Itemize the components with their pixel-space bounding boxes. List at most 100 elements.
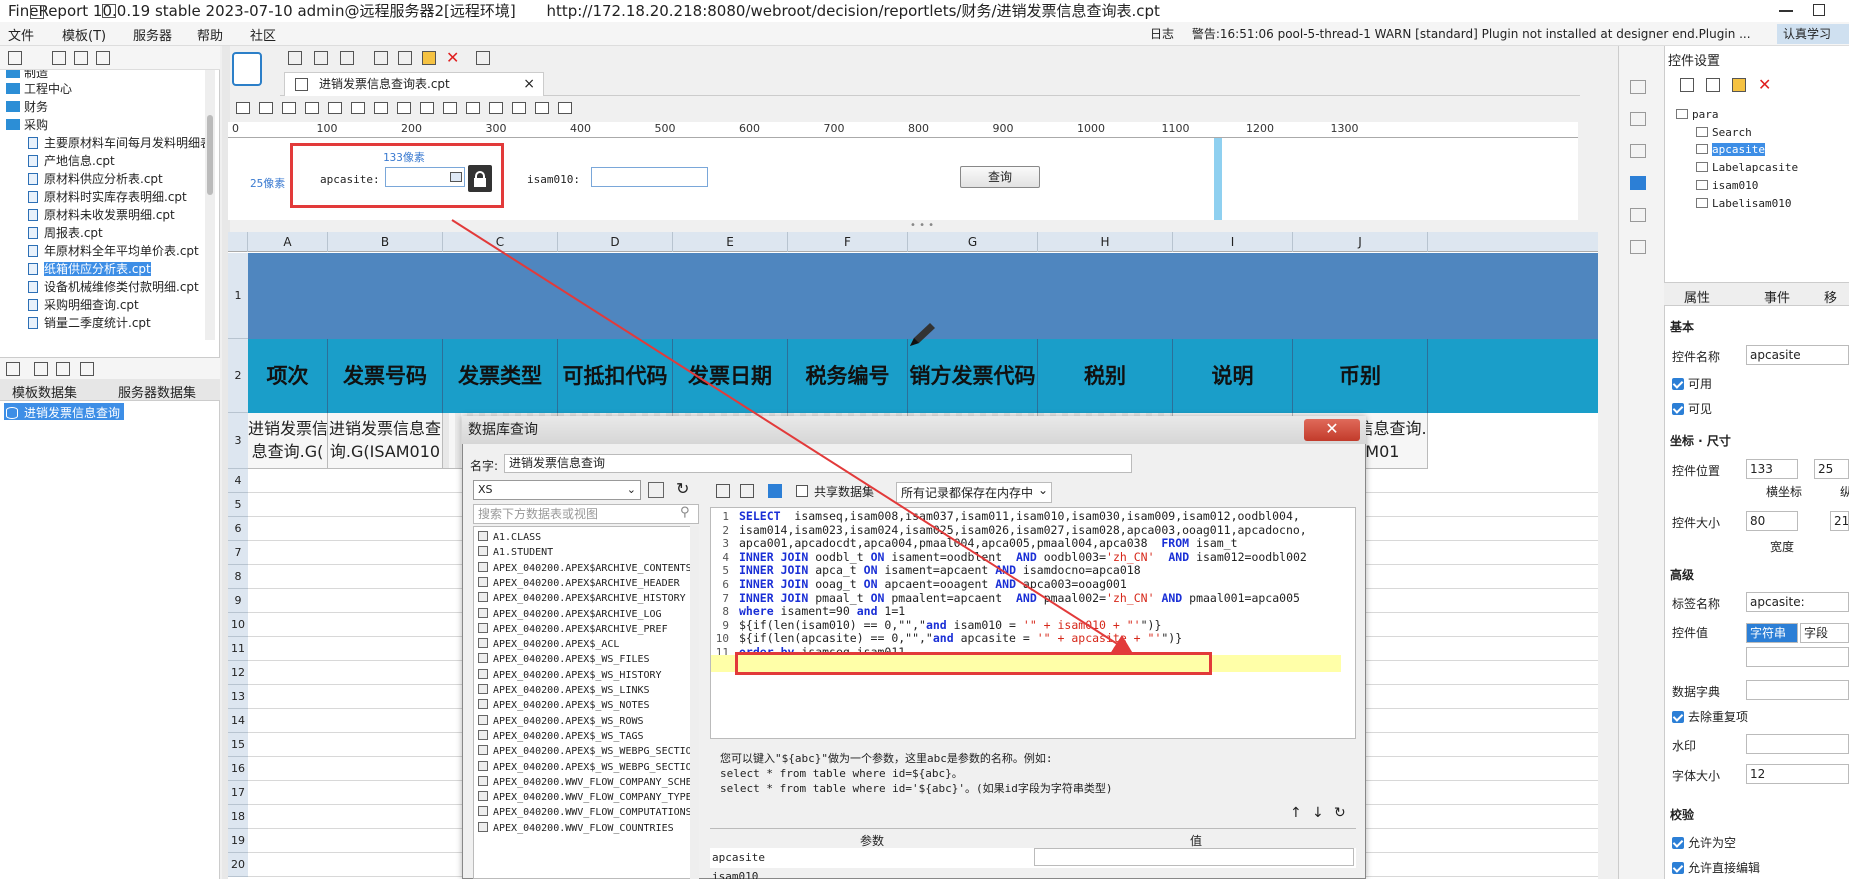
- row-header[interactable]: 13: [228, 685, 248, 709]
- maximize-icon[interactable]: [1813, 4, 1825, 16]
- row-header[interactable]: 1: [228, 253, 248, 339]
- undo-icon[interactable]: [314, 51, 328, 65]
- row-header[interactable]: 3: [228, 413, 248, 469]
- widget-tree-item[interactable]: apcasite: [1696, 143, 1765, 156]
- datasource-select[interactable]: XS ⌄: [473, 480, 641, 500]
- table-item[interactable]: APEX_040200.WWV_FLOW_COMPUTATIONS: [478, 806, 692, 818]
- close-icon[interactable]: ✕: [1304, 419, 1360, 441]
- dialog-title[interactable]: 数据库查询: [462, 416, 1366, 444]
- refresh-icon[interactable]: [30, 5, 44, 19]
- row-header[interactable]: 9: [228, 589, 248, 613]
- minimize-icon[interactable]: [1779, 10, 1793, 12]
- user-button[interactable]: 认真学习: [1777, 24, 1849, 44]
- row-header[interactable]: 5: [228, 493, 248, 517]
- header-cell[interactable]: 发票日期: [673, 339, 788, 413]
- menu-help[interactable]: 帮助: [197, 25, 223, 44]
- column-header-J[interactable]: J: [1293, 232, 1428, 252]
- allow-edit-checkbox[interactable]: 允许直接编辑: [1672, 859, 1760, 876]
- table-item[interactable]: APEX_040200.APEX$ARCHIVE_HEADER: [478, 576, 680, 589]
- preview-icon[interactable]: [476, 51, 490, 65]
- table-item[interactable]: APEX_040200.APEX$ARCHIVE_HISTORY: [478, 592, 686, 604]
- column-header-E[interactable]: E: [673, 232, 788, 252]
- file-tab[interactable]: 进销发票信息查询表.cpt ×: [284, 72, 544, 96]
- edit-icon[interactable]: [34, 362, 48, 376]
- redo-icon[interactable]: [340, 51, 354, 65]
- row-header[interactable]: 8: [228, 565, 248, 589]
- row-header[interactable]: 17: [228, 781, 248, 805]
- column-header-C[interactable]: C: [443, 232, 558, 252]
- header-cell[interactable]: 说明: [1173, 339, 1293, 413]
- header-cell[interactable]: 项次: [248, 339, 328, 413]
- hyperlink-icon[interactable]: [1630, 240, 1646, 254]
- row-header[interactable]: 7: [228, 541, 248, 565]
- param-value-input[interactable]: [1034, 848, 1354, 866]
- table-item[interactable]: APEX_040200.WWV_FLOW_COMPANY_TYPE: [478, 791, 692, 803]
- row-header[interactable]: 4: [228, 469, 248, 493]
- widget-type-icon[interactable]: [535, 102, 549, 114]
- widget-type-icon[interactable]: [259, 102, 273, 114]
- query-button[interactable]: 查询: [960, 166, 1040, 188]
- table-item[interactable]: APEX_040200.APEX$_WS_WEBPG_SECTIO: [478, 745, 692, 757]
- tree-item[interactable]: 原材料未收发票明细.cpt: [28, 206, 175, 224]
- tree-item[interactable]: 工程中心: [6, 80, 72, 98]
- table-item[interactable]: APEX_040200.WWV_FLOW_COUNTRIES: [478, 821, 674, 834]
- widget-settings-icon[interactable]: [1630, 176, 1646, 190]
- corner-cell[interactable]: [228, 232, 248, 252]
- refresh-icon[interactable]: ↻: [676, 479, 689, 498]
- copy-icon[interactable]: [96, 51, 110, 65]
- dataset-name-input[interactable]: 进销发票信息查询: [504, 454, 1132, 473]
- tree-item[interactable]: 财务: [6, 98, 48, 116]
- copy-icon[interactable]: [398, 51, 412, 65]
- tree-item[interactable]: 产地信息.cpt: [28, 152, 115, 170]
- param-boundary[interactable]: [1214, 138, 1222, 220]
- ctrl-name-input[interactable]: apcasite: [1746, 345, 1849, 365]
- tree-item[interactable]: 设备机械维修类付款明细.cpt: [28, 278, 199, 296]
- header-cell[interactable]: 税务编号: [788, 339, 908, 413]
- ctrl-val-input[interactable]: [1746, 647, 1849, 667]
- widget-type-icon[interactable]: [558, 102, 572, 114]
- row-header[interactable]: 20: [228, 853, 248, 877]
- delete-icon[interactable]: [56, 362, 70, 376]
- tree-item[interactable]: 采购明细查询.cpt: [28, 296, 139, 314]
- search-icon[interactable]: [102, 4, 116, 18]
- tree-item[interactable]: 年原材料全年平均单价表.cpt: [28, 242, 199, 260]
- table-search-input[interactable]: 搜索下方数据表或视图: [473, 504, 699, 524]
- template-icon[interactable]: [232, 52, 262, 86]
- arrow-up-icon[interactable]: ↑: [1290, 805, 1302, 821]
- row-header[interactable]: 10: [228, 613, 248, 637]
- row-header[interactable]: 16: [228, 757, 248, 781]
- usable-checkbox[interactable]: 可用: [1672, 375, 1712, 392]
- column-header-A[interactable]: A: [248, 232, 328, 252]
- widget-type-icon[interactable]: [282, 102, 296, 114]
- row-header[interactable]: 12: [228, 661, 248, 685]
- param-row-2[interactable]: isam010: [712, 870, 758, 879]
- widget-type-icon[interactable]: [328, 102, 342, 114]
- menu-server[interactable]: 服务器: [133, 25, 172, 44]
- header-cell[interactable]: 销方发票代码: [908, 339, 1038, 413]
- delete-icon[interactable]: ✕: [446, 48, 459, 67]
- height-input[interactable]: 21: [1830, 511, 1849, 531]
- widget-type-icon[interactable]: [351, 102, 365, 114]
- tab-mobile[interactable]: 移: [1824, 287, 1837, 306]
- paste-icon[interactable]: [422, 51, 436, 65]
- share-checkbox[interactable]: [796, 485, 808, 497]
- widget-tree-item[interactable]: Search: [1696, 126, 1752, 139]
- tab-attributes[interactable]: 属性: [1684, 287, 1710, 306]
- resize-handle[interactable]: • • •: [910, 220, 934, 231]
- scroll-thumb[interactable]: [207, 115, 213, 195]
- column-header-I[interactable]: I: [1173, 232, 1293, 252]
- paste-icon[interactable]: [1732, 78, 1746, 92]
- table-item[interactable]: A1.CLASS: [478, 531, 541, 543]
- table-item[interactable]: APEX_040200.APEX$_WS_HISTORY: [478, 668, 662, 681]
- column-header-B[interactable]: B: [328, 232, 443, 252]
- column-header-H[interactable]: H: [1038, 232, 1173, 252]
- dict-input[interactable]: [1746, 680, 1849, 700]
- allow-empty-checkbox[interactable]: 允许为空: [1672, 834, 1736, 851]
- menu-file[interactable]: 文件: [8, 25, 34, 44]
- tab-events[interactable]: 事件: [1764, 287, 1790, 306]
- data-cell[interactable]: 进销发票信息查询.G(ISAM050: [248, 413, 328, 469]
- log-button[interactable]: 日志: [1150, 27, 1174, 41]
- copy-icon[interactable]: [1706, 78, 1720, 92]
- pos-x-input[interactable]: 133: [1746, 459, 1798, 479]
- header-cell[interactable]: 币别: [1293, 339, 1428, 413]
